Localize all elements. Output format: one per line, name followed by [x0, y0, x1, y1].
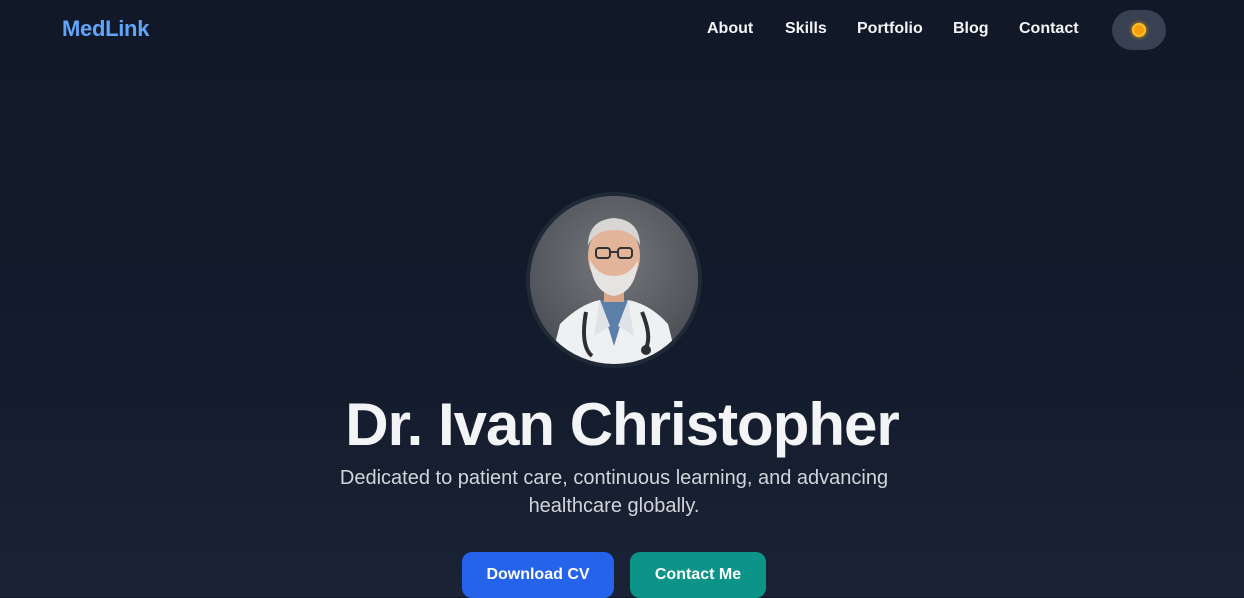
- nav-link-portfolio[interactable]: Portfolio: [857, 20, 923, 38]
- hero-name: Dr. Ivan Christopher: [345, 391, 899, 458]
- download-cv-button[interactable]: Download CV: [462, 552, 614, 598]
- nav-link-contact[interactable]: Contact: [1019, 20, 1079, 38]
- nav-link-blog[interactable]: Blog: [953, 20, 989, 38]
- theme-toggle-button[interactable]: [1112, 10, 1166, 50]
- nav-link-about[interactable]: About: [707, 20, 753, 38]
- navbar: MedLink About Skills Portfolio Blog Cont…: [0, 0, 1244, 60]
- contact-me-button[interactable]: Contact Me: [630, 552, 766, 598]
- hero-tagline: Dedicated to patient care, continuous le…: [339, 467, 889, 517]
- avatar: [526, 192, 702, 368]
- sun-icon: [1132, 23, 1146, 37]
- doctor-portrait-icon: [530, 196, 698, 364]
- nav-link-skills[interactable]: Skills: [785, 20, 827, 38]
- brand-logo[interactable]: MedLink: [62, 16, 149, 42]
